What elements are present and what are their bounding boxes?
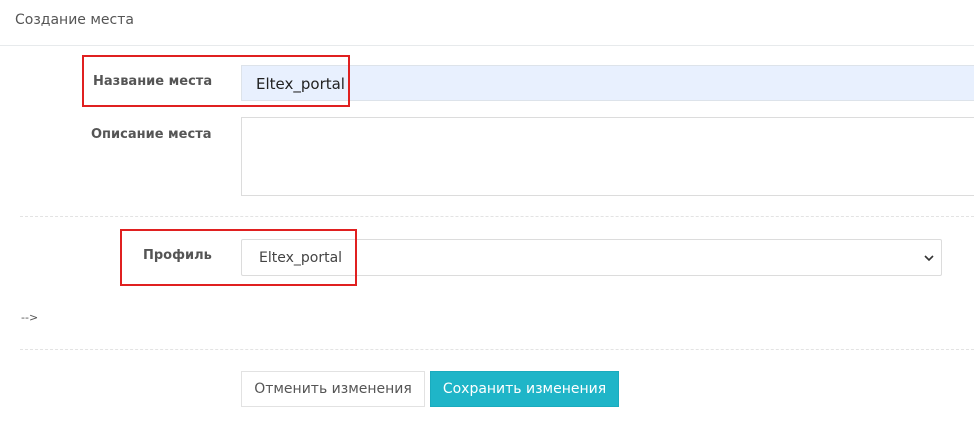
stray-arrow-text: -->	[21, 311, 39, 324]
divider	[20, 216, 974, 217]
page-header: Создание места	[0, 0, 974, 46]
place-description-textarea[interactable]	[241, 117, 974, 196]
highlight-box	[120, 229, 357, 286]
highlight-box	[82, 55, 350, 107]
divider	[20, 349, 974, 350]
page-title: Создание места	[15, 12, 134, 28]
place-name-input[interactable]: Eltex_portal	[241, 65, 974, 101]
chevron-down-icon	[924, 255, 934, 262]
description-label: Описание места	[91, 127, 212, 142]
create-place-page: Создание места Название места Eltex_port…	[0, 0, 974, 442]
cancel-button[interactable]: Отменить изменения	[241, 371, 425, 407]
save-button[interactable]: Сохранить изменения	[430, 371, 619, 407]
